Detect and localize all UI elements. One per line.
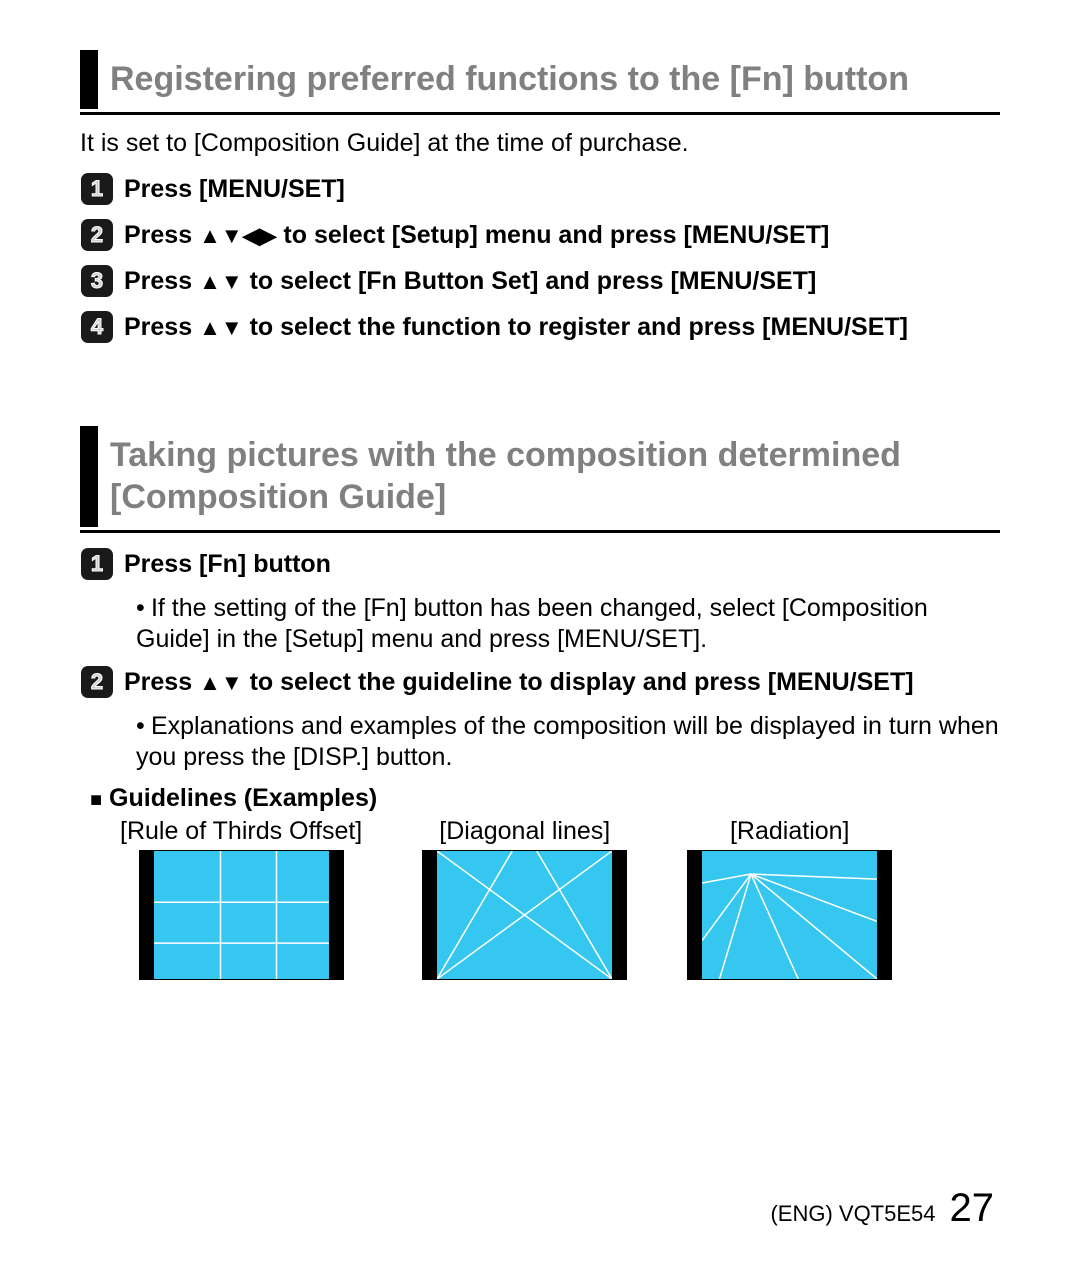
instruction-step: 1 Press [Fn] button <box>80 547 1000 581</box>
svg-text:1: 1 <box>91 551 103 576</box>
instruction-step: 2 Press ▲▼ to select the guideline to di… <box>80 665 1000 699</box>
section1-heading: Registering preferred functions to the [… <box>80 50 1000 109</box>
example-thumbnail <box>139 850 344 980</box>
direction-arrows-icon: ▲▼ <box>199 672 243 694</box>
example-label: [Radiation] <box>730 817 850 846</box>
instruction-step: 4 Press ▲▼ to select the function to reg… <box>80 310 1000 344</box>
step-number-badge: 4 <box>80 310 114 344</box>
step-badge-icon: 1 <box>80 547 114 581</box>
step-badge-icon: 3 <box>80 264 114 298</box>
guideline-example: [Diagonal lines] <box>422 817 627 980</box>
step-text: Press ▲▼ to select the function to regis… <box>124 310 908 344</box>
instruction-step: 2 Press ▲▼◀▶ to select [Setup] menu and … <box>80 218 1000 252</box>
square-bullet-icon: ■ <box>90 789 102 811</box>
direction-arrows-icon: ▲▼◀▶ <box>199 225 276 247</box>
page-footer: (ENG) VQT5E54 27 <box>770 1186 994 1231</box>
example-thumbnail <box>422 850 627 980</box>
heading-rule <box>80 530 1000 533</box>
instruction-step: 3 Press ▲▼ to select [Fn Button Set] and… <box>80 264 1000 298</box>
heading-bar <box>80 50 98 109</box>
section1-intro: It is set to [Composition Guide] at the … <box>80 129 1000 158</box>
example-label: [Diagonal lines] <box>439 817 610 846</box>
step-text: Press [Fn] button <box>124 547 331 581</box>
example-label: [Rule of Thirds Offset] <box>120 817 362 846</box>
guideline-example: [Radiation] <box>687 817 892 980</box>
step-note: • If the setting of the [Fn] button has … <box>136 593 1000 656</box>
step-badge-icon: 2 <box>80 665 114 699</box>
direction-arrows-icon: ▲▼ <box>199 317 243 339</box>
guidelines-title: Guidelines (Examples) <box>109 784 377 812</box>
step-text: Press ▲▼ to select [Fn Button Set] and p… <box>124 264 816 298</box>
svg-text:3: 3 <box>91 268 103 293</box>
doc-id: (ENG) VQT5E54 <box>770 1201 935 1227</box>
step-text: Press [MENU/SET] <box>124 172 345 206</box>
step-note: • Explanations and examples of the compo… <box>136 711 1000 774</box>
step-number-badge: 1 <box>80 172 114 206</box>
step-text: Press ▲▼ to select the guideline to disp… <box>124 665 914 699</box>
step-number-badge: 2 <box>80 665 114 699</box>
step-badge-icon: 2 <box>80 218 114 252</box>
section2-heading: Taking pictures with the composition det… <box>80 426 1000 527</box>
svg-text:2: 2 <box>91 669 103 694</box>
step-badge-icon: 4 <box>80 310 114 344</box>
direction-arrows-icon: ▲▼ <box>199 271 243 293</box>
svg-text:4: 4 <box>91 314 104 339</box>
section1-title: Registering preferred functions to the [… <box>98 50 909 109</box>
guidelines-heading: ■ Guidelines (Examples) <box>90 784 1000 813</box>
heading-rule <box>80 112 1000 115</box>
svg-text:2: 2 <box>91 222 103 247</box>
example-thumbnail <box>687 850 892 980</box>
step-number-badge: 1 <box>80 547 114 581</box>
step-number-badge: 2 <box>80 218 114 252</box>
manual-page: Registering preferred functions to the [… <box>0 0 1080 1020</box>
step-text: Press ▲▼◀▶ to select [Setup] menu and pr… <box>124 218 829 252</box>
heading-bar <box>80 426 98 527</box>
section2-title: Taking pictures with the composition det… <box>98 426 1000 527</box>
instruction-step: 1 Press [MENU/SET] <box>80 172 1000 206</box>
examples-row: [Rule of Thirds Offset] [Diagonal lines]… <box>120 817 1000 980</box>
svg-text:1: 1 <box>91 176 103 201</box>
step-badge-icon: 1 <box>80 172 114 206</box>
page-number: 27 <box>950 1186 995 1231</box>
step-number-badge: 3 <box>80 264 114 298</box>
guideline-example: [Rule of Thirds Offset] <box>120 817 362 980</box>
